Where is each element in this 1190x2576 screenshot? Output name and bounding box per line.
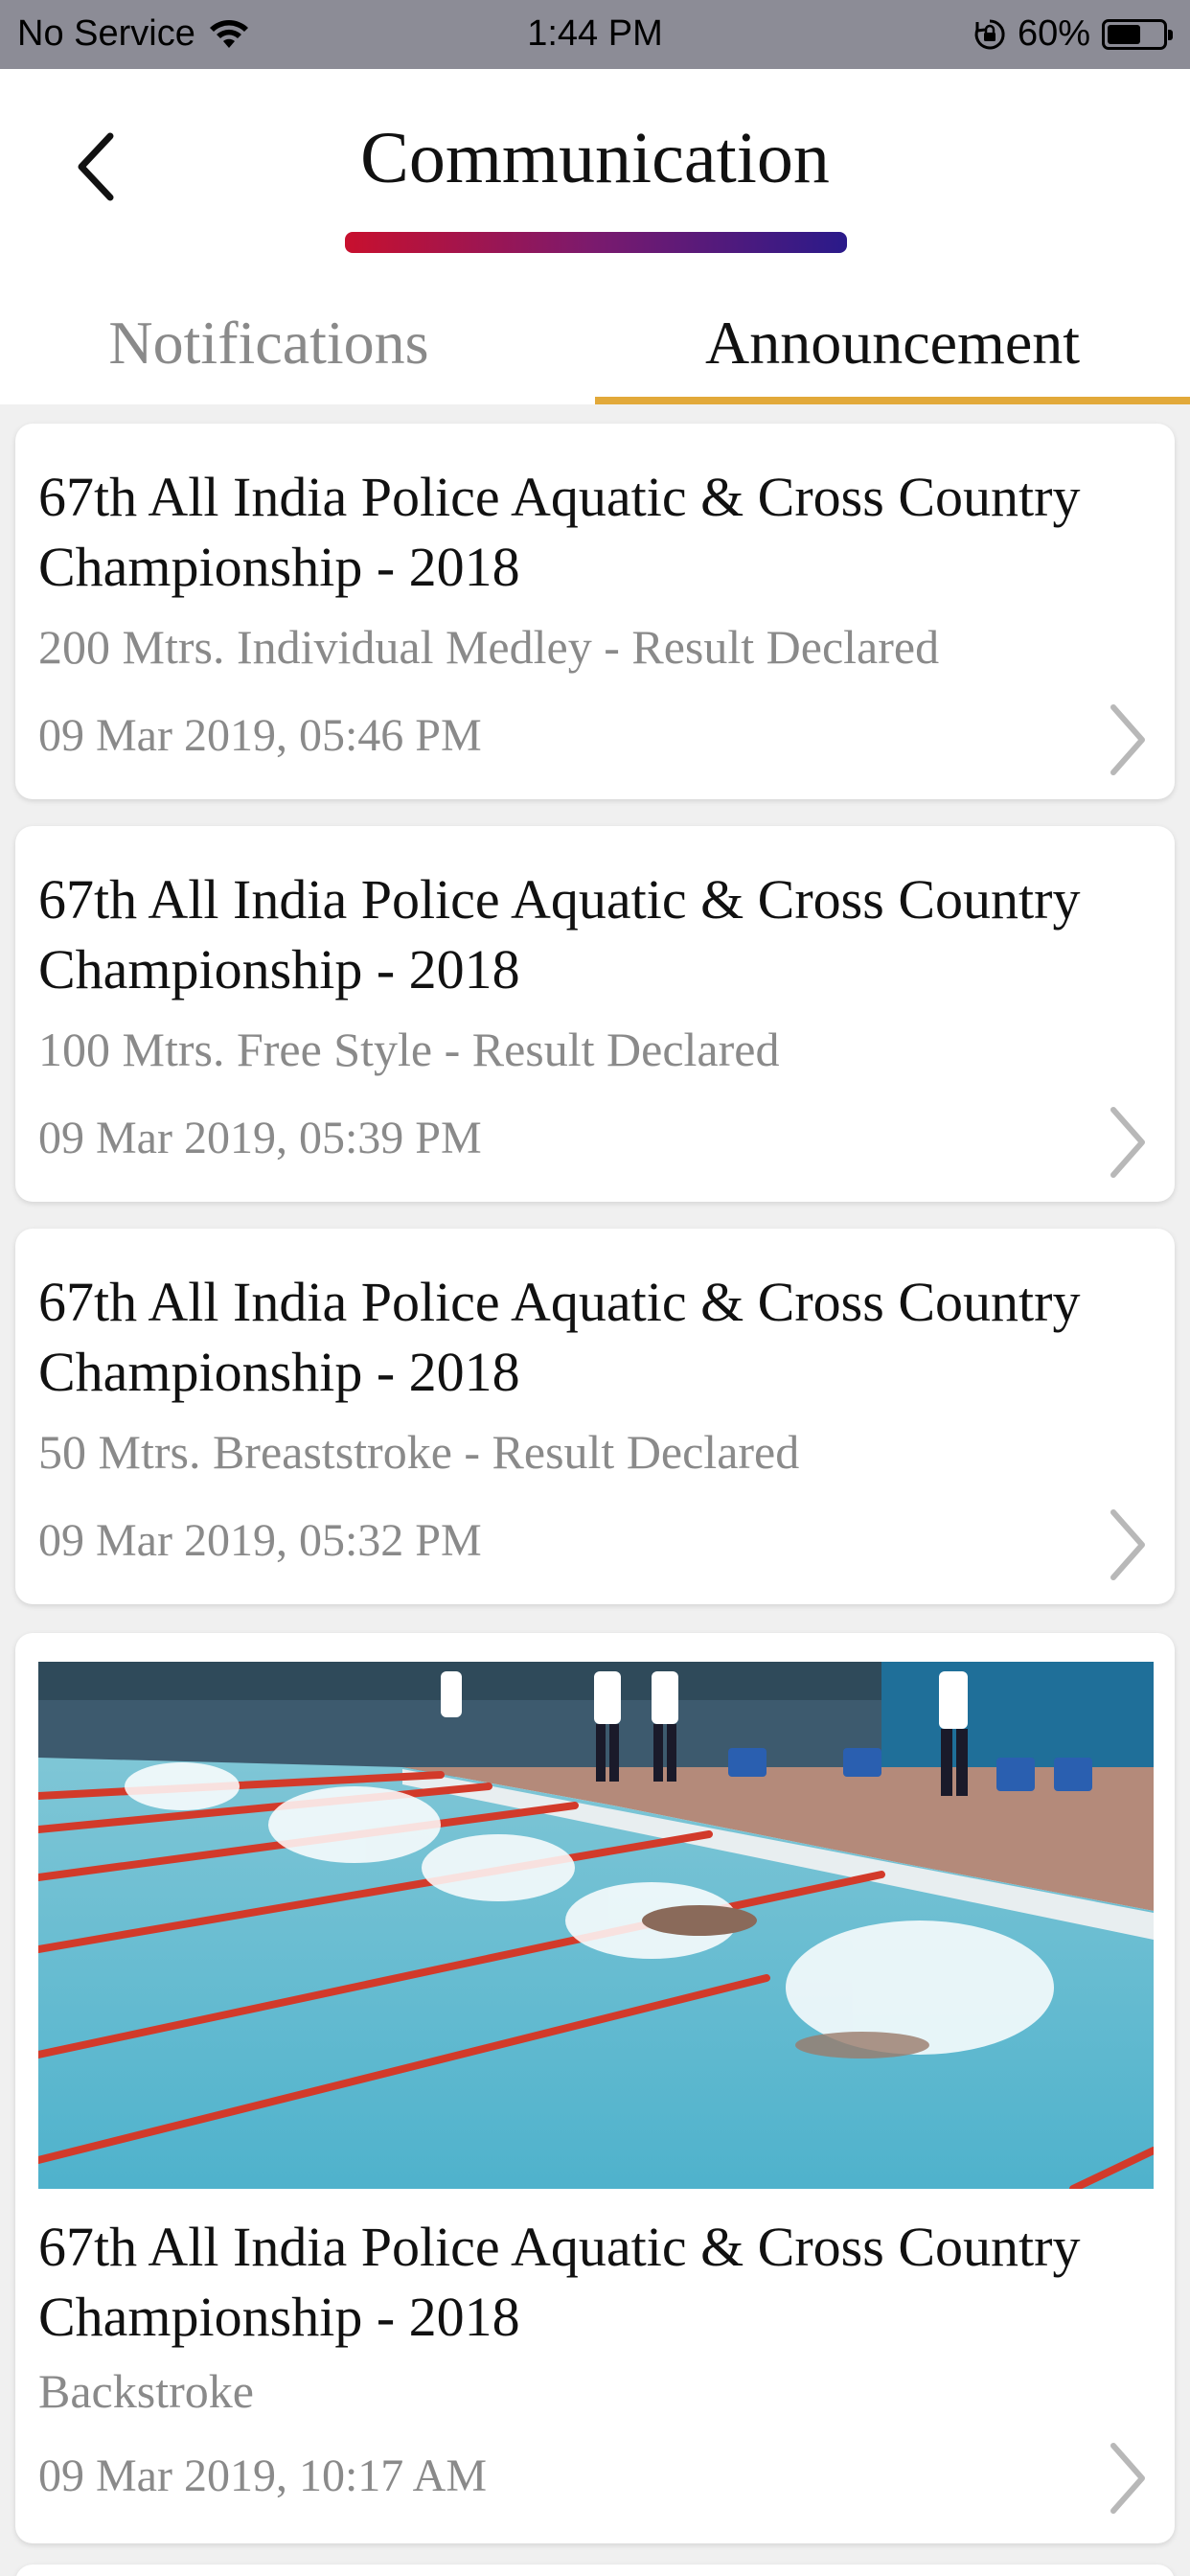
chevron-right-icon bbox=[1110, 2443, 1145, 2514]
announcement-date: 09 Mar 2019, 05:46 PM bbox=[38, 710, 482, 761]
announcement-image bbox=[38, 1662, 1154, 2189]
announcement-subtitle: Backstroke bbox=[38, 2364, 254, 2418]
swimming-pool-photo bbox=[38, 1662, 1154, 2189]
chevron-right-icon bbox=[1110, 1509, 1145, 1580]
battery-percent: 60% bbox=[1017, 13, 1090, 54]
announcement-card[interactable]: 67th All India Police Aquatic & Cross Co… bbox=[15, 826, 1175, 1202]
announcement-subtitle: 200 Mtrs. Individual Medley - Result Dec… bbox=[38, 620, 940, 674]
battery-fill bbox=[1108, 24, 1140, 44]
header: Communication Notifications Announcement bbox=[0, 69, 1190, 404]
battery-icon bbox=[1102, 18, 1173, 50]
page-title: Communication bbox=[360, 118, 830, 198]
tab-notifications[interactable]: Notifications bbox=[0, 282, 595, 404]
announcement-title: 67th All India Police Aquatic & Cross Co… bbox=[38, 2216, 1081, 2348]
announcement-card[interactable] bbox=[15, 2564, 1175, 2576]
title-underline bbox=[345, 232, 847, 253]
status-bar: No Service 1:44 PM 60% bbox=[0, 0, 1190, 69]
chevron-right-icon bbox=[1110, 704, 1145, 775]
announcement-date: 09 Mar 2019, 05:39 PM bbox=[38, 1113, 482, 1163]
tab-bar: Notifications Announcement bbox=[0, 282, 1190, 404]
announcement-subtitle: 100 Mtrs. Free Style - Result Declared bbox=[38, 1023, 780, 1076]
announcement-title: 67th All India Police Aquatic & Cross Co… bbox=[38, 868, 1081, 1000]
announcement-card[interactable]: 67th All India Police Aquatic & Cross Co… bbox=[15, 1633, 1175, 2543]
announcement-subtitle: 50 Mtrs. Breaststroke - Result Declared bbox=[38, 1425, 800, 1479]
announcement-title: 67th All India Police Aquatic & Cross Co… bbox=[38, 1271, 1081, 1403]
tab-selected-indicator bbox=[595, 397, 1190, 404]
orientation-lock-icon bbox=[974, 18, 1005, 49]
announcement-card[interactable]: 67th All India Police Aquatic & Cross Co… bbox=[15, 1229, 1175, 1604]
chevron-right-icon bbox=[1110, 1107, 1145, 1178]
status-right: 60% bbox=[973, 13, 1173, 55]
tab-announcement[interactable]: Announcement bbox=[595, 282, 1190, 404]
announcement-card[interactable]: 67th All India Police Aquatic & Cross Co… bbox=[15, 424, 1175, 799]
announcement-date: 09 Mar 2019, 10:17 AM bbox=[38, 2450, 487, 2501]
announcement-date: 09 Mar 2019, 05:32 PM bbox=[38, 1515, 482, 1566]
announcement-title: 67th All India Police Aquatic & Cross Co… bbox=[38, 466, 1081, 598]
